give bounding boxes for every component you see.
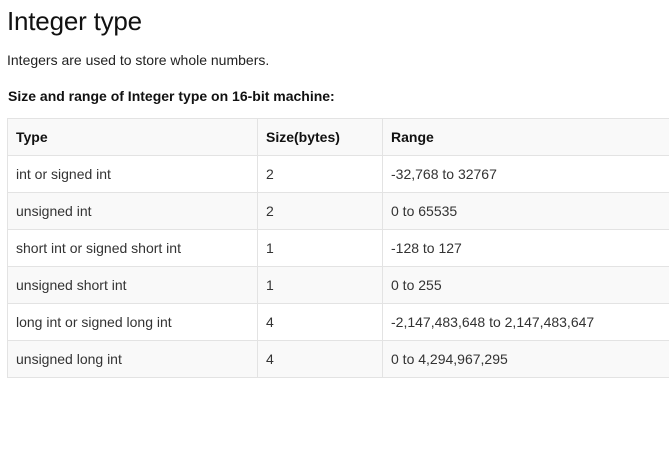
range-cell: -128 to 127: [382, 229, 669, 267]
type-cell: int or signed int: [7, 155, 258, 193]
column-header-type: Type: [7, 118, 258, 156]
type-cell: short int or signed short int: [7, 229, 258, 267]
type-cell: unsigned short int: [7, 266, 258, 304]
column-header-range: Range: [382, 118, 669, 156]
table-row: short int or signed short int 1 -128 to …: [7, 229, 669, 267]
type-cell: unsigned int: [7, 192, 258, 230]
range-cell: 0 to 255: [382, 266, 669, 304]
intro-text: Integers are used to store whole numbers…: [7, 52, 270, 68]
range-cell: 0 to 4,294,967,295: [382, 340, 669, 378]
size-cell: 4: [257, 340, 383, 378]
type-cell: unsigned long int: [7, 340, 258, 378]
table-header-row: Type Size(bytes) Range: [7, 118, 669, 156]
table-row: long int or signed long int 4 -2,147,483…: [7, 303, 669, 341]
page-title: Integer type: [7, 6, 142, 36]
size-cell: 1: [257, 229, 383, 267]
size-cell: 2: [257, 192, 383, 230]
type-cell: long int or signed long int: [7, 303, 258, 341]
size-cell: 2: [257, 155, 383, 193]
range-cell: -2,147,483,648 to 2,147,483,647: [382, 303, 669, 341]
size-cell: 1: [257, 266, 383, 304]
table-row: unsigned short int 1 0 to 255: [7, 266, 669, 304]
integer-types-table: Type Size(bytes) Range int or signed int…: [7, 118, 669, 378]
size-cell: 4: [257, 303, 383, 341]
table-heading: Size and range of Integer type on 16-bit…: [8, 88, 335, 104]
range-cell: -32,768 to 32767: [382, 155, 669, 193]
range-cell: 0 to 65535: [382, 192, 669, 230]
table-row: int or signed int 2 -32,768 to 32767: [7, 155, 669, 193]
table-row: unsigned int 2 0 to 65535: [7, 192, 669, 230]
column-header-size: Size(bytes): [257, 118, 383, 156]
table-row: unsigned long int 4 0 to 4,294,967,295: [7, 340, 669, 378]
integer-types-table-container: Type Size(bytes) Range int or signed int…: [7, 118, 669, 378]
